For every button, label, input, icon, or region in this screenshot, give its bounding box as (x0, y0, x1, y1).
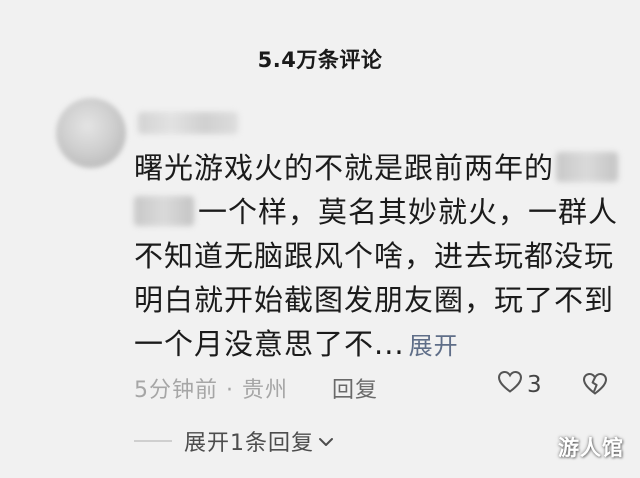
like-count: 3 (527, 372, 543, 398)
comment-text-line2: 一个样，莫名其妙就火，一群人 (198, 195, 619, 229)
chevron-down-icon (318, 433, 334, 452)
replies-divider-line (134, 440, 172, 442)
comment-time-location: 5分钟前 · 贵州 (134, 378, 288, 403)
heart-outline-icon (497, 370, 523, 400)
like-button[interactable]: 3 (497, 370, 543, 400)
expand-replies-row[interactable]: 展开1条回复 (134, 424, 334, 458)
broken-heart-icon (582, 372, 608, 402)
comment-meta-row: 5分钟前 · 贵州 回复 3 (134, 368, 614, 404)
expand-replies-label[interactable]: 展开1条回复 (184, 425, 314, 457)
username-redacted[interactable] (138, 112, 238, 134)
dislike-button[interactable] (582, 372, 608, 402)
comment-body: 曙光游戏火的不就是跟前两年的 一个样，莫名其妙就火，一群人 不知道无脑跟风个啥，… (134, 146, 624, 368)
reply-button[interactable]: 回复 (332, 372, 378, 404)
comment-text-line3: 不知道无脑跟风个啥，进去玩都没玩 (134, 239, 615, 273)
comment-text-line5: 一个月没意思了不... (134, 327, 405, 361)
comment-text-line4: 明白就开始截图发朋友圈，玩了不到 (134, 283, 615, 317)
comment-count-title: 5.4万条评论 (257, 48, 383, 72)
watermark: 游人馆 (558, 436, 624, 460)
redacted-text (134, 196, 194, 226)
comments-sheet: 5.4万条评论 曙光游戏火的不就是跟前两年的 一个样，莫名其妙就火，一群人 不知… (0, 0, 640, 478)
comment-text-line1: 曙光游戏火的不就是跟前两年的 (134, 151, 555, 185)
redacted-text (556, 152, 619, 182)
expand-comment-link[interactable]: 展开 (409, 332, 459, 360)
avatar[interactable] (56, 98, 126, 168)
